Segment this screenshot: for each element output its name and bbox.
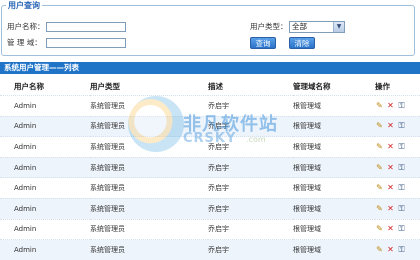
- cell-domain-name: 根管理域: [293, 218, 375, 240]
- cell-usertype: 系统管理员: [90, 218, 208, 240]
- pencil-icon[interactable]: ✎: [375, 245, 384, 254]
- watermark-logo-icon: [128, 96, 184, 152]
- key-icon[interactable]: ⚿: [397, 224, 406, 234]
- delete-x-icon[interactable]: ✕: [386, 183, 395, 192]
- cell-actions: ✎ ✕ ⚿: [375, 115, 420, 137]
- delete-x-icon[interactable]: ✕: [386, 204, 395, 213]
- delete-x-icon[interactable]: ✕: [386, 224, 395, 233]
- table-row: Admin 系统管理员 乔启宇 根管理域 ✎ ✕ ⚿: [0, 156, 420, 178]
- cell-actions: ✎ ✕ ⚿: [375, 218, 420, 240]
- cell-usertype: 系统管理员: [90, 197, 208, 220]
- pencil-icon[interactable]: ✎: [375, 224, 384, 233]
- cell-actions: ✎ ✕ ⚿: [375, 95, 420, 117]
- cell-username: Admin: [0, 115, 90, 137]
- usertype-selected: 全部: [292, 22, 307, 31]
- pencil-icon[interactable]: ✎: [375, 121, 384, 130]
- cell-actions: ✎ ✕ ⚿: [375, 156, 420, 178]
- reset-button[interactable]: 清除: [289, 37, 315, 49]
- cell-username: Admin: [0, 156, 90, 178]
- pencil-icon[interactable]: ✎: [375, 183, 384, 192]
- usertype-select[interactable]: 全部 ▼: [289, 21, 345, 33]
- cell-domain-name: 根管理域: [293, 115, 375, 137]
- username-input[interactable]: [46, 22, 126, 32]
- cell-domain-name: 根管理域: [293, 136, 375, 158]
- domain-label: 管 理 域：: [7, 38, 42, 47]
- cell-usertype: 系统管理员: [90, 239, 208, 260]
- col-username: 用户名称: [0, 78, 90, 96]
- delete-x-icon[interactable]: ✕: [386, 101, 395, 110]
- cell-description: 乔启宇: [208, 177, 293, 199]
- cell-domain-name: 根管理域: [293, 177, 375, 199]
- search-legend: 用户查询: [6, 0, 42, 11]
- key-icon[interactable]: ⚿: [397, 204, 406, 214]
- cell-usertype: 系统管理员: [90, 156, 208, 178]
- key-icon[interactable]: ⚿: [397, 245, 406, 255]
- list-title-bar: 系统用户管理——列表: [0, 62, 420, 74]
- watermark-sub: CRSKY: [183, 131, 237, 146]
- cell-actions: ✎ ✕ ⚿: [375, 136, 420, 158]
- cell-username: Admin: [0, 136, 90, 158]
- cell-username: Admin: [0, 197, 90, 220]
- delete-x-icon[interactable]: ✕: [386, 163, 395, 172]
- watermark-domain: .com: [246, 135, 266, 144]
- table-header-row: 用户名称 用户类型 描述 管理域名称 操作: [0, 78, 420, 96]
- pencil-icon[interactable]: ✎: [375, 101, 384, 110]
- cell-usertype: 系统管理员: [90, 177, 208, 199]
- cell-actions: ✎ ✕ ⚿: [375, 177, 420, 199]
- cell-description: 乔启宇: [208, 218, 293, 240]
- cell-username: Admin: [0, 218, 90, 240]
- cell-actions: ✎ ✕ ⚿: [375, 197, 420, 220]
- domain-input[interactable]: [46, 38, 126, 48]
- table-row: Admin 系统管理员 乔启宇 根管理域 ✎ ✕ ⚿: [0, 239, 420, 260]
- key-icon[interactable]: ⚿: [397, 121, 406, 131]
- cell-domain-name: 根管理域: [293, 156, 375, 178]
- pencil-icon[interactable]: ✎: [375, 163, 384, 172]
- col-description: 描述: [208, 78, 293, 96]
- cell-domain-name: 根管理域: [293, 239, 375, 260]
- key-icon[interactable]: ⚿: [397, 101, 406, 111]
- pencil-icon[interactable]: ✎: [375, 142, 384, 151]
- cell-actions: ✎ ✕ ⚿: [375, 239, 420, 260]
- key-icon[interactable]: ⚿: [397, 183, 406, 193]
- delete-x-icon[interactable]: ✕: [386, 245, 395, 254]
- col-usertype: 用户类型: [90, 78, 208, 96]
- username-label: 用户名称：: [7, 22, 45, 31]
- cell-username: Admin: [0, 239, 90, 260]
- chevron-down-icon[interactable]: ▼: [333, 22, 344, 32]
- user-table: 用户名称 用户类型 描述 管理域名称 操作 Admin 系统管理员 乔启宇 根管理域 ✎…: [0, 78, 420, 260]
- delete-x-icon[interactable]: ✕: [386, 142, 395, 151]
- table-row: Admin 系统管理员 乔启宇 根管理域 ✎ ✕ ⚿: [0, 177, 420, 199]
- col-domain-name: 管理域名称: [293, 78, 375, 96]
- usertype-label: 用户类型：: [250, 22, 288, 31]
- col-actions: 操作: [375, 78, 420, 96]
- cell-description: 乔启宇: [208, 156, 293, 178]
- key-icon[interactable]: ⚿: [397, 142, 406, 152]
- cell-domain-name: 根管理域: [293, 95, 375, 117]
- delete-x-icon[interactable]: ✕: [386, 121, 395, 130]
- pencil-icon[interactable]: ✎: [375, 204, 384, 213]
- query-button[interactable]: 查询: [250, 37, 276, 49]
- table-row: Admin 系统管理员 乔启宇 根管理域 ✎ ✕ ⚿: [0, 197, 420, 220]
- cell-domain-name: 根管理域: [293, 197, 375, 220]
- cell-username: Admin: [0, 177, 90, 199]
- cell-description: 乔启宇: [208, 197, 293, 220]
- key-icon[interactable]: ⚿: [397, 163, 406, 173]
- user-search-panel: 用户查询 用户名称： 管 理 域： 用户类型： 全部 ▼ 查询 清除: [1, 0, 415, 56]
- table-row: Admin 系统管理员 乔启宇 根管理域 ✎ ✕ ⚿: [0, 218, 420, 240]
- cell-username: Admin: [0, 95, 90, 117]
- cell-description: 乔启宇: [208, 239, 293, 260]
